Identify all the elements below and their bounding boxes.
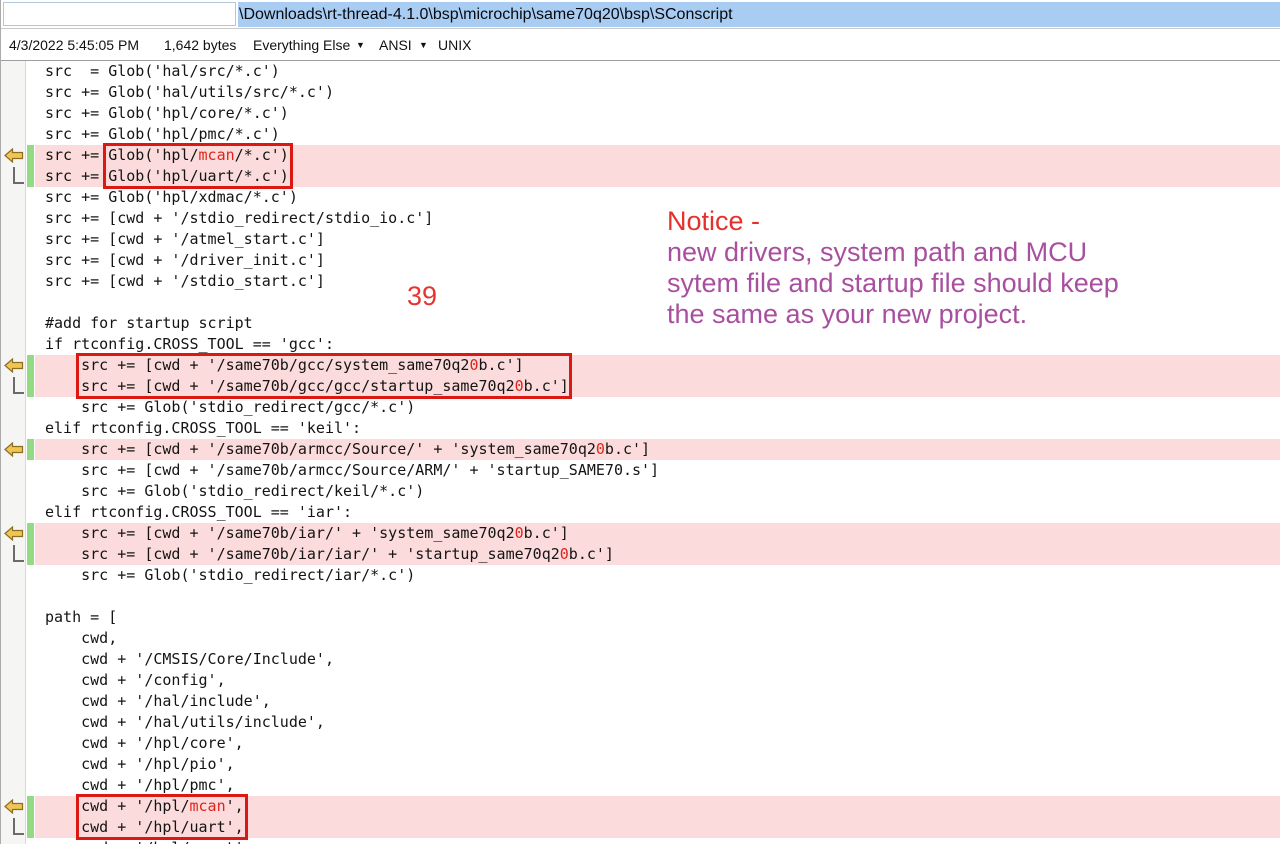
code-line: src += [cwd + '/same70b/iar/' + 'system_…: [1, 523, 1280, 544]
code-line: cwd + '/config',: [1, 670, 1280, 691]
code-text: #add for startup script: [45, 313, 253, 334]
code-text: src += [cwd + '/same70b/iar/iar/' + 'sta…: [45, 544, 614, 565]
change-arrow-icon: [4, 148, 24, 163]
annotation-box: [76, 353, 572, 399]
code-line: src += [cwd + '/same70b/armcc/Source/' +…: [1, 439, 1280, 460]
change-bar: [27, 166, 34, 187]
code-line: src += Glob('stdio_redirect/gcc/*.c'): [1, 397, 1280, 418]
code-text: cwd + '/hal/utils/include',: [45, 712, 325, 733]
annotation-line-count: 39: [407, 281, 437, 312]
code-text: cwd + '/hal/include',: [45, 691, 271, 712]
code-line: path = [: [1, 607, 1280, 628]
change-bar: [27, 355, 34, 376]
code-text: src += Glob('hpl/pmc/*.c'): [45, 124, 280, 145]
code-text: cwd + '/CMSIS/Core/Include',: [45, 649, 334, 670]
code-area[interactable]: src = Glob('hal/src/*.c')src += Glob('ha…: [1, 61, 1280, 844]
chevron-down-icon[interactable]: ▼: [419, 30, 428, 60]
annotation-box: [103, 143, 293, 189]
change-bar: [27, 817, 34, 838]
code-line: src += Glob('hpl/core/*.c'): [1, 103, 1280, 124]
code-line: src += Glob('stdio_redirect/keil/*.c'): [1, 481, 1280, 502]
code-text: src += [cwd + '/same70b/iar/' + 'system_…: [45, 523, 569, 544]
code-text: cwd,: [45, 628, 117, 649]
code-line: if rtconfig.CROSS_TOOL == 'gcc':: [1, 334, 1280, 355]
annotation-box: [76, 794, 248, 840]
code-line: cwd + '/hpl/core',: [1, 733, 1280, 754]
code-text: elif rtconfig.CROSS_TOOL == 'iar':: [45, 502, 352, 523]
title-bar: \Downloads\rt-thread-4.1.0\bsp\microchip…: [1, 0, 1280, 29]
code-text: src += [cwd + '/same70b/armcc/Source/ARM…: [45, 460, 659, 481]
code-text: cwd + '/hpl/pmc',: [45, 775, 235, 796]
encoding-dropdown[interactable]: ANSI: [379, 30, 412, 60]
change-bar: [27, 523, 34, 544]
code-line: src += [cwd + '/same70b/iar/iar/' + 'sta…: [1, 544, 1280, 565]
info-bar: 4/3/2022 5:45:05 PM 1,642 bytes Everythi…: [1, 30, 1280, 61]
change-arrow-icon: [4, 526, 24, 541]
code-text: src += Glob('hpl/core/*.c'): [45, 103, 289, 124]
code-text: if rtconfig.CROSS_TOOL == 'gcc':: [45, 334, 334, 355]
change-bar: [27, 376, 34, 397]
line-endings-indicator[interactable]: UNIX: [438, 30, 471, 60]
code-line: src += Glob('stdio_redirect/iar/*.c'): [1, 565, 1280, 586]
code-text: src += [cwd + '/stdio_start.c']: [45, 271, 325, 292]
change-bracket-icon: [13, 818, 24, 835]
code-text: src += Glob('hal/utils/src/*.c'): [45, 82, 334, 103]
change-bar: [27, 439, 34, 460]
notice-line: new drivers, system path and MCU: [667, 237, 1119, 268]
change-bar: [27, 544, 34, 565]
code-line: elif rtconfig.CROSS_TOOL == 'keil':: [1, 418, 1280, 439]
change-arrow-icon: [4, 442, 24, 457]
code-line: src += Glob('hpl/pmc/*.c'): [1, 124, 1280, 145]
code-text: src = Glob('hal/src/*.c'): [45, 61, 280, 82]
change-bar: [27, 796, 34, 817]
syntax-scheme-dropdown[interactable]: Everything Else: [253, 30, 350, 60]
code-line: elif rtconfig.CROSS_TOOL == 'iar':: [1, 502, 1280, 523]
code-text: src += [cwd + '/stdio_redirect/stdio_io.…: [45, 208, 433, 229]
notice-title: Notice -: [667, 206, 1119, 237]
code-line: cwd + '/hal/utils/include',: [1, 712, 1280, 733]
code-line: cwd + '/CMSIS/Core/Include',: [1, 649, 1280, 670]
chevron-down-icon[interactable]: ▼: [356, 30, 365, 60]
file-path: \Downloads\rt-thread-4.1.0\bsp\microchip…: [238, 2, 1280, 27]
code-line: src = Glob('hal/src/*.c'): [1, 61, 1280, 82]
code-line: cwd + '/hal/include',: [1, 691, 1280, 712]
code-text: src += Glob('stdio_redirect/gcc/*.c'): [45, 397, 415, 418]
notice-line: the same as your new project.: [667, 299, 1119, 330]
code-line: cwd,: [1, 628, 1280, 649]
code-text: cwd + '/config',: [45, 670, 226, 691]
code-text: elif rtconfig.CROSS_TOOL == 'keil':: [45, 418, 361, 439]
editor-window: \Downloads\rt-thread-4.1.0\bsp\microchip…: [0, 0, 1280, 844]
code-text: src += Glob('hpl/xdmac/*.c'): [45, 187, 298, 208]
file-size: 1,642 bytes: [164, 30, 236, 60]
code-text: cwd + '/hpl/pio',: [45, 754, 235, 775]
code-text: src += [cwd + '/driver_init.c']: [45, 250, 325, 271]
modified-date: 4/3/2022 5:45:05 PM: [9, 30, 139, 60]
file-path-selection[interactable]: \Downloads\rt-thread-4.1.0\bsp\microchip…: [238, 2, 1280, 27]
code-text: src += [cwd + '/atmel_start.c']: [45, 229, 325, 250]
code-line: src += [cwd + '/same70b/armcc/Source/ARM…: [1, 460, 1280, 481]
notice-line: sytem file and startup file should keep: [667, 268, 1119, 299]
change-arrow-icon: [4, 799, 24, 814]
code-text: cwd + '/hpl/core',: [45, 733, 244, 754]
code-line: [1, 586, 1280, 607]
change-bar: [27, 145, 34, 166]
code-line: src += Glob('hal/utils/src/*.c'): [1, 82, 1280, 103]
filename-input[interactable]: [3, 2, 236, 26]
change-arrow-icon: [4, 358, 24, 373]
code-text: src += Glob('stdio_redirect/iar/*.c'): [45, 565, 415, 586]
change-bracket-icon: [13, 377, 24, 394]
change-bracket-icon: [13, 167, 24, 184]
code-text: src += [cwd + '/same70b/armcc/Source/' +…: [45, 439, 650, 460]
code-line: src += Glob('hpl/xdmac/*.c'): [1, 187, 1280, 208]
code-line: cwd + '/hpl/pio',: [1, 754, 1280, 775]
annotation-notice: Notice - new drivers, system path and MC…: [667, 206, 1119, 330]
change-bracket-icon: [13, 545, 24, 562]
code-text: src += Glob('stdio_redirect/keil/*.c'): [45, 481, 424, 502]
code-text: path = [: [45, 607, 117, 628]
code-line: cwd + '/hpl/pmc',: [1, 775, 1280, 796]
